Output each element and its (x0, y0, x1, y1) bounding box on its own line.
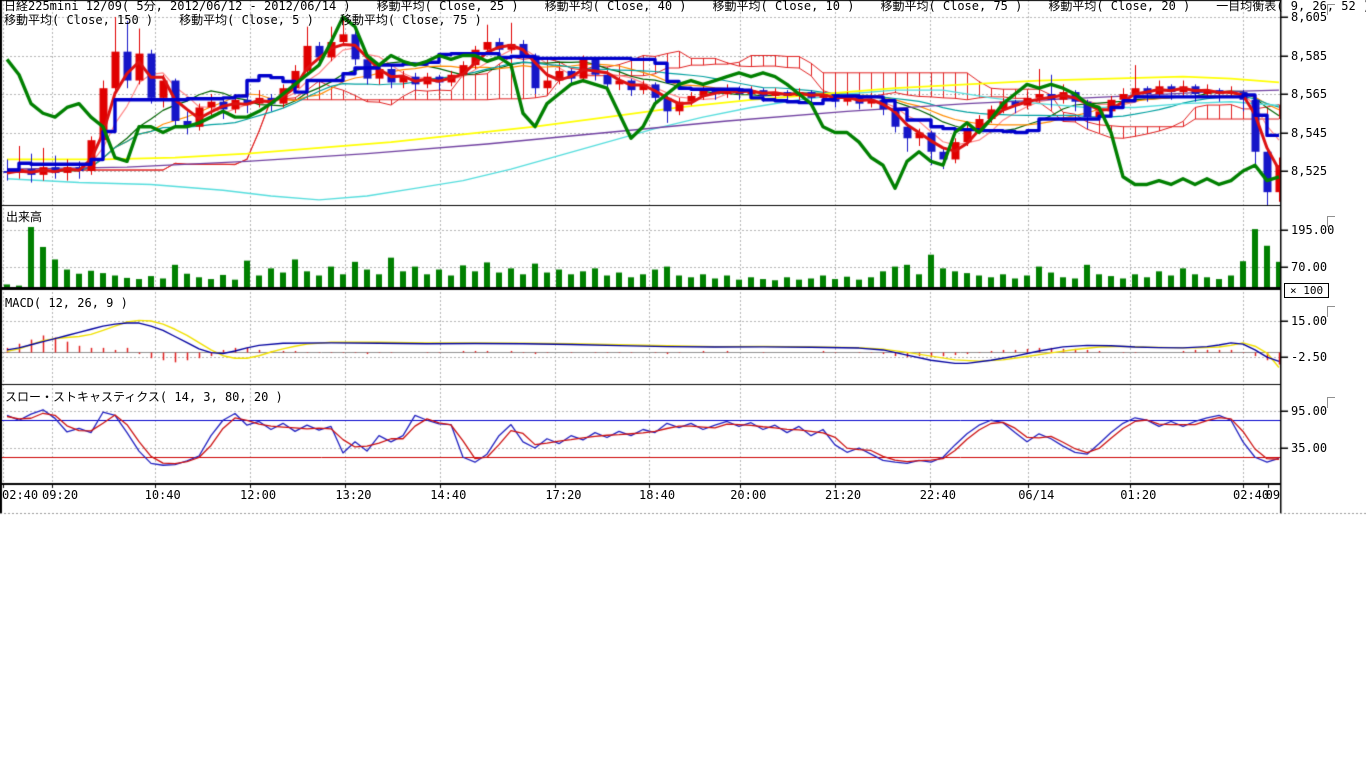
time-axis-label: 14:40 (430, 489, 466, 501)
stoch-panel-handle-icon[interactable] (1327, 397, 1335, 408)
volume-panel-handle-icon[interactable] (1327, 216, 1335, 227)
time-axis-label: 22:40 (920, 489, 956, 501)
time-axis-label: 10:40 (145, 489, 181, 501)
volume-multiplier-badge: × 100 (1284, 283, 1329, 298)
time-axis-label: 09:20 (42, 489, 78, 501)
time-axis-label: 09 (1266, 489, 1280, 501)
time-axis-label: 17:20 (545, 489, 581, 501)
volume-panel-label: 出来高 (6, 211, 42, 224)
legend-item: 移動平均( Close, 75 ) (880, 0, 1022, 13)
time-axis-label: 12:00 (240, 489, 276, 501)
time-axis-label: 20:00 (730, 489, 766, 501)
legend-item: 日経225mini 12/09( 5分, 2012/06/12 - 2012/0… (4, 0, 351, 13)
legend-item: 移動平均( Close, 20 ) (1048, 0, 1190, 13)
volume-axis-label: 70.00 (1291, 261, 1327, 273)
legend-item: 移動平均( Close, 75 ) (340, 14, 482, 27)
stoch-axis-label: 95.00 (1291, 405, 1327, 417)
macd-panel-handle-icon[interactable] (1327, 306, 1335, 317)
stoch-axis-label: 35.00 (1291, 442, 1327, 454)
time-axis-label: 02:40 (2, 489, 38, 501)
trading-chart-window: 日経225mini 12/09( 5分, 2012/06/12 - 2012/0… (0, 0, 1366, 768)
macd-panel-label: MACD( 12, 26, 9 ) (5, 297, 128, 310)
macd-axis-label: 15.00 (1291, 315, 1327, 327)
time-axis-label: 06/14 (1018, 489, 1054, 501)
legend-item: 移動平均( Close, 5 ) (179, 14, 314, 27)
macd-axis-label: -2.50 (1291, 351, 1327, 363)
time-axis-label: 13:20 (335, 489, 371, 501)
time-axis-label: 02:40 (1233, 489, 1269, 501)
legend-row-1: 日経225mini 12/09( 5分, 2012/06/12 - 2012/0… (4, 0, 1366, 13)
chart-canvas[interactable] (0, 0, 1366, 530)
time-axis-label: 01:20 (1120, 489, 1156, 501)
legend-item: 移動平均( Close, 25 ) (377, 0, 519, 13)
price-axis-label: 8,605 (1291, 11, 1327, 23)
legend-item: 移動平均( Close, 40 ) (545, 0, 687, 13)
legend-row-2: 移動平均( Close, 150 ) 移動平均( Close, 5 ) 移動平均( … (4, 14, 508, 27)
time-axis-label: 18:40 (639, 489, 675, 501)
legend-item: 移動平均( Close, 10 ) (713, 0, 855, 13)
stochastics-panel-label: スロー・ストキャスティクス( 14, 3, 80, 20 ) (5, 391, 283, 404)
price-panel-handle-icon[interactable] (1327, 4, 1335, 15)
time-axis-label: 21:20 (825, 489, 861, 501)
price-axis-label: 8,565 (1291, 88, 1327, 100)
price-axis-label: 8,585 (1291, 50, 1327, 62)
price-axis-label: 8,545 (1291, 127, 1327, 139)
price-axis-label: 8,525 (1291, 165, 1327, 177)
legend-item: 移動平均( Close, 150 ) (4, 14, 153, 27)
